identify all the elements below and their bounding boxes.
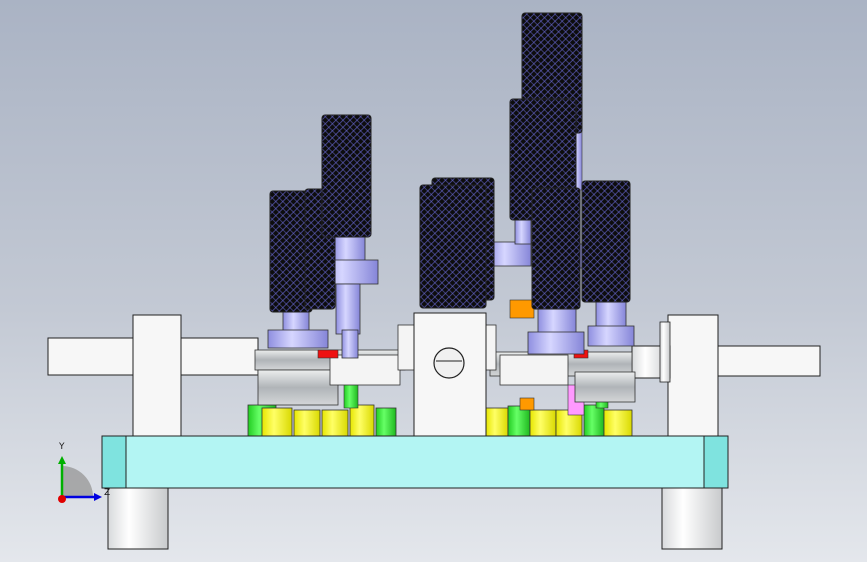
support-leg-right[interactable]: [661, 484, 723, 550]
support-leg-left[interactable]: [107, 484, 169, 550]
triad-z-label: Z: [104, 488, 111, 498]
knurled-knob-9[interactable]: [531, 187, 581, 310]
center-block[interactable]: [397, 312, 497, 438]
fixture-body-left[interactable]: [254, 349, 406, 406]
knurled-knob-5[interactable]: [419, 184, 487, 309]
coordinate-triad: [58, 456, 102, 503]
triad-quadrant-icon: [62, 466, 93, 497]
knurled-knob-8[interactable]: [581, 180, 631, 303]
base-plate[interactable]: [101, 435, 729, 489]
cad-assembly-view[interactable]: [0, 0, 867, 562]
clamp-arm-right[interactable]: [631, 314, 821, 438]
clamp-arm-left[interactable]: [47, 314, 259, 438]
knurled-knob-3[interactable]: [321, 114, 372, 238]
triad-y-label: Y: [59, 442, 65, 452]
model-viewport[interactable]: Y Z: [0, 0, 867, 562]
x-axis-dot-icon: [58, 495, 66, 503]
